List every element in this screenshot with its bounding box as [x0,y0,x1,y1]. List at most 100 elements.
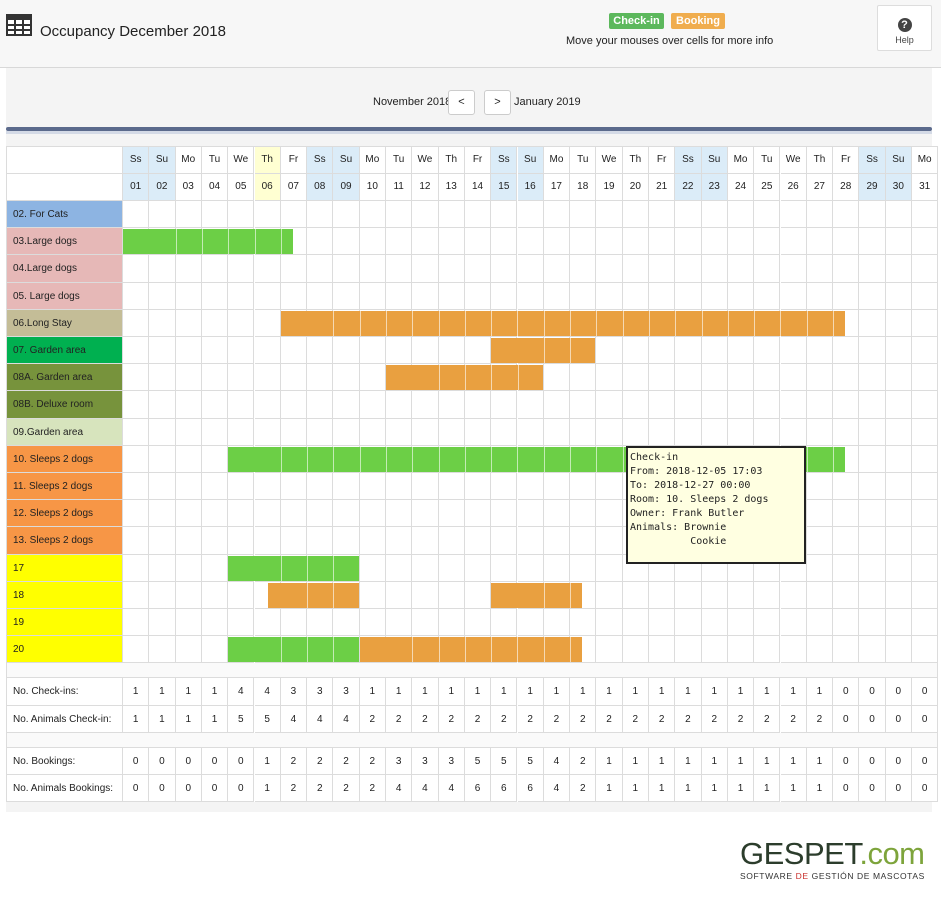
occupancy-cell[interactable] [149,418,176,446]
occupancy-cell[interactable] [307,418,334,446]
occupancy-cell[interactable] [175,309,202,337]
occupancy-cell[interactable] [175,581,202,609]
occupancy-cell[interactable] [491,228,518,256]
occupancy-cell[interactable] [885,255,912,283]
occupancy-cell[interactable] [727,255,755,283]
occupancy-cell[interactable] [491,201,518,229]
occupancy-cell[interactable] [517,418,544,446]
occupancy-cell[interactable] [596,473,623,501]
occupancy-cell[interactable] [517,391,544,419]
occupancy-cell[interactable] [859,500,886,528]
occupancy-cell[interactable] [859,445,886,473]
occupancy-cell[interactable] [885,527,912,555]
occupancy-cell[interactable] [885,391,912,419]
help-button[interactable]: ? Help [877,5,932,51]
occupancy-cell[interactable] [754,228,781,256]
occupancy-cell[interactable] [675,609,702,637]
occupancy-cell[interactable] [123,636,150,664]
occupancy-cell[interactable] [885,309,912,337]
occupancy-cell[interactable] [175,282,202,310]
occupancy-cell[interactable] [280,609,308,637]
occupancy-cell[interactable] [806,554,834,582]
occupancy-cell[interactable] [149,445,176,473]
occupancy-cell[interactable] [123,527,150,555]
occupancy-cell[interactable] [570,255,597,283]
booking-bar[interactable] [359,637,583,663]
booking-bar[interactable] [267,582,359,608]
occupancy-cell[interactable] [412,391,439,419]
occupancy-cell[interactable] [333,609,360,637]
occupancy-cell[interactable] [859,201,886,229]
occupancy-cell[interactable] [675,391,702,419]
occupancy-cell[interactable] [885,282,912,310]
occupancy-cell[interactable] [543,527,571,555]
occupancy-cell[interactable] [201,445,229,473]
occupancy-cell[interactable] [806,201,834,229]
occupancy-cell[interactable] [833,636,860,664]
occupancy-cell[interactable] [359,473,386,501]
occupancy-cell[interactable] [438,473,465,501]
occupancy-cell[interactable] [780,255,807,283]
occupancy-cell[interactable] [201,581,229,609]
occupancy-cell[interactable] [780,636,807,664]
occupancy-cell[interactable] [727,609,755,637]
occupancy-cell[interactable] [675,228,702,256]
occupancy-cell[interactable] [649,201,676,229]
occupancy-cell[interactable] [833,527,860,555]
occupancy-cell[interactable] [438,581,465,609]
occupancy-cell[interactable] [333,337,360,365]
occupancy-cell[interactable] [333,255,360,283]
occupancy-cell[interactable] [228,337,255,365]
occupancy-cell[interactable] [912,554,939,582]
occupancy-cell[interactable] [359,282,386,310]
occupancy-cell[interactable] [123,201,150,229]
occupancy-cell[interactable] [333,500,360,528]
occupancy-cell[interactable] [386,473,413,501]
occupancy-cell[interactable] [307,228,334,256]
occupancy-cell[interactable] [885,581,912,609]
occupancy-cell[interactable] [701,201,728,229]
occupancy-cell[interactable] [570,282,597,310]
occupancy-cell[interactable] [701,636,728,664]
occupancy-cell[interactable] [596,609,623,637]
occupancy-cell[interactable] [333,228,360,256]
occupancy-cell[interactable] [386,337,413,365]
occupancy-cell[interactable] [517,228,544,256]
occupancy-cell[interactable] [149,473,176,501]
occupancy-cell[interactable] [859,609,886,637]
occupancy-cell[interactable] [701,418,728,446]
occupancy-cell[interactable] [596,500,623,528]
occupancy-cell[interactable] [359,337,386,365]
occupancy-cell[interactable] [859,418,886,446]
booking-bar[interactable] [491,338,596,364]
occupancy-cell[interactable] [228,255,255,283]
occupancy-cell[interactable] [570,527,597,555]
occupancy-cell[interactable] [201,636,229,664]
occupancy-cell[interactable] [885,554,912,582]
occupancy-cell[interactable] [333,391,360,419]
occupancy-cell[interactable] [806,527,834,555]
occupancy-cell[interactable] [359,391,386,419]
occupancy-cell[interactable] [359,228,386,256]
occupancy-cell[interactable] [622,364,649,392]
occupancy-cell[interactable] [491,282,518,310]
occupancy-cell[interactable] [412,418,439,446]
occupancy-cell[interactable] [464,554,492,582]
occupancy-cell[interactable] [859,473,886,501]
occupancy-cell[interactable] [307,500,334,528]
occupancy-cell[interactable] [517,282,544,310]
occupancy-cell[interactable] [123,500,150,528]
occupancy-cell[interactable] [806,364,834,392]
occupancy-cell[interactable] [280,282,308,310]
occupancy-cell[interactable] [596,364,623,392]
occupancy-cell[interactable] [386,500,413,528]
occupancy-cell[interactable] [912,581,939,609]
occupancy-cell[interactable] [649,418,676,446]
occupancy-cell[interactable] [307,391,334,419]
occupancy-cell[interactable] [859,337,886,365]
occupancy-cell[interactable] [675,337,702,365]
occupancy-cell[interactable] [570,364,597,392]
occupancy-cell[interactable] [280,500,308,528]
occupancy-cell[interactable] [123,255,150,283]
occupancy-cell[interactable] [149,337,176,365]
